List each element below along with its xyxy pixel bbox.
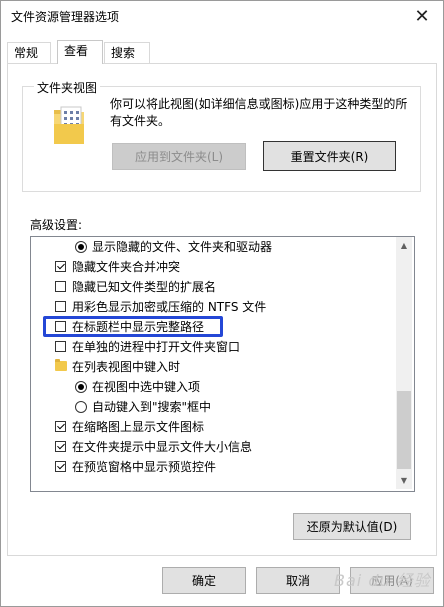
- list-item-label: 隐藏文件夹合并冲突: [72, 260, 181, 274]
- tab-bar: 常规 查看 搜索: [7, 40, 437, 64]
- list-item-label: 在列表视图中键入时: [72, 360, 181, 374]
- scroll-up-icon[interactable]: ▲: [396, 237, 412, 254]
- scroll-down-icon[interactable]: ▼: [396, 472, 412, 489]
- advanced-settings-list[interactable]: 显示隐藏的文件、文件夹和驱动器 隐藏文件夹合并冲突 隐藏已知文件类型的扩展名 用…: [30, 236, 415, 492]
- scroll-thumb[interactable]: [397, 391, 411, 469]
- list-item-label: 在视图中选中键入项: [92, 380, 201, 394]
- show-hidden-radio[interactable]: [75, 241, 87, 253]
- color-ntfs-checkbox[interactable]: [55, 301, 66, 312]
- title-bar[interactable]: 文件资源管理器选项 ✕: [1, 1, 443, 31]
- separate-process-checkbox[interactable]: [55, 341, 66, 352]
- tab-search[interactable]: 搜索: [104, 42, 150, 63]
- folder-views-title: 文件夹视图: [34, 79, 101, 96]
- folder-icon: [55, 359, 67, 371]
- type-into-search-radio[interactable]: [75, 401, 87, 413]
- list-item-label: 隐藏已知文件类型的扩展名: [72, 280, 217, 294]
- reset-folders-button[interactable]: 重置文件夹(R): [263, 141, 396, 171]
- list-item-label: 显示隐藏的文件、文件夹和驱动器: [92, 240, 273, 254]
- window-title: 文件资源管理器选项: [11, 10, 120, 24]
- cancel-button[interactable]: 取消: [256, 567, 340, 594]
- tab-view[interactable]: 查看: [57, 40, 103, 64]
- folder-views-description: 你可以将此视图(如详细信息或图标)应用于这种类型的所有文件夹。: [110, 97, 408, 128]
- preview-handlers-checkbox[interactable]: [55, 461, 66, 472]
- list-item-label: 在单独的进程中打开文件夹窗口: [72, 340, 241, 354]
- thumbnail-icons-checkbox[interactable]: [55, 421, 66, 432]
- close-icon[interactable]: ✕: [411, 5, 433, 27]
- list-item-label: 在缩略图上显示文件图标: [72, 420, 205, 434]
- ok-button[interactable]: 确定: [162, 567, 246, 594]
- tab-general[interactable]: 常规: [7, 42, 51, 63]
- advanced-settings-label: 高级设置:: [30, 218, 83, 232]
- hide-extensions-checkbox[interactable]: [55, 281, 66, 292]
- list-item-label: 在文件夹提示中显示文件大小信息: [72, 440, 253, 454]
- apply-to-folders-button[interactable]: 应用到文件夹(L): [112, 143, 246, 170]
- restore-defaults-button[interactable]: 还原为默认值(D): [293, 513, 411, 540]
- hide-merge-conflicts-checkbox[interactable]: [55, 261, 66, 272]
- list-item-label: 用彩色显示加密或压缩的 NTFS 文件: [72, 300, 267, 314]
- list-item-label: 自动键入到"搜索"框中: [92, 400, 212, 414]
- select-typed-radio[interactable]: [75, 381, 87, 393]
- list-scrollbar[interactable]: ▲ ▼: [396, 237, 412, 489]
- folder-view-icon: [54, 106, 84, 144]
- list-item-label: 在预览窗格中显示预览控件: [72, 460, 217, 474]
- folder-size-tips-checkbox[interactable]: [55, 441, 66, 452]
- highlight-box: [43, 316, 223, 337]
- watermark: Bai du 经验: [334, 571, 431, 590]
